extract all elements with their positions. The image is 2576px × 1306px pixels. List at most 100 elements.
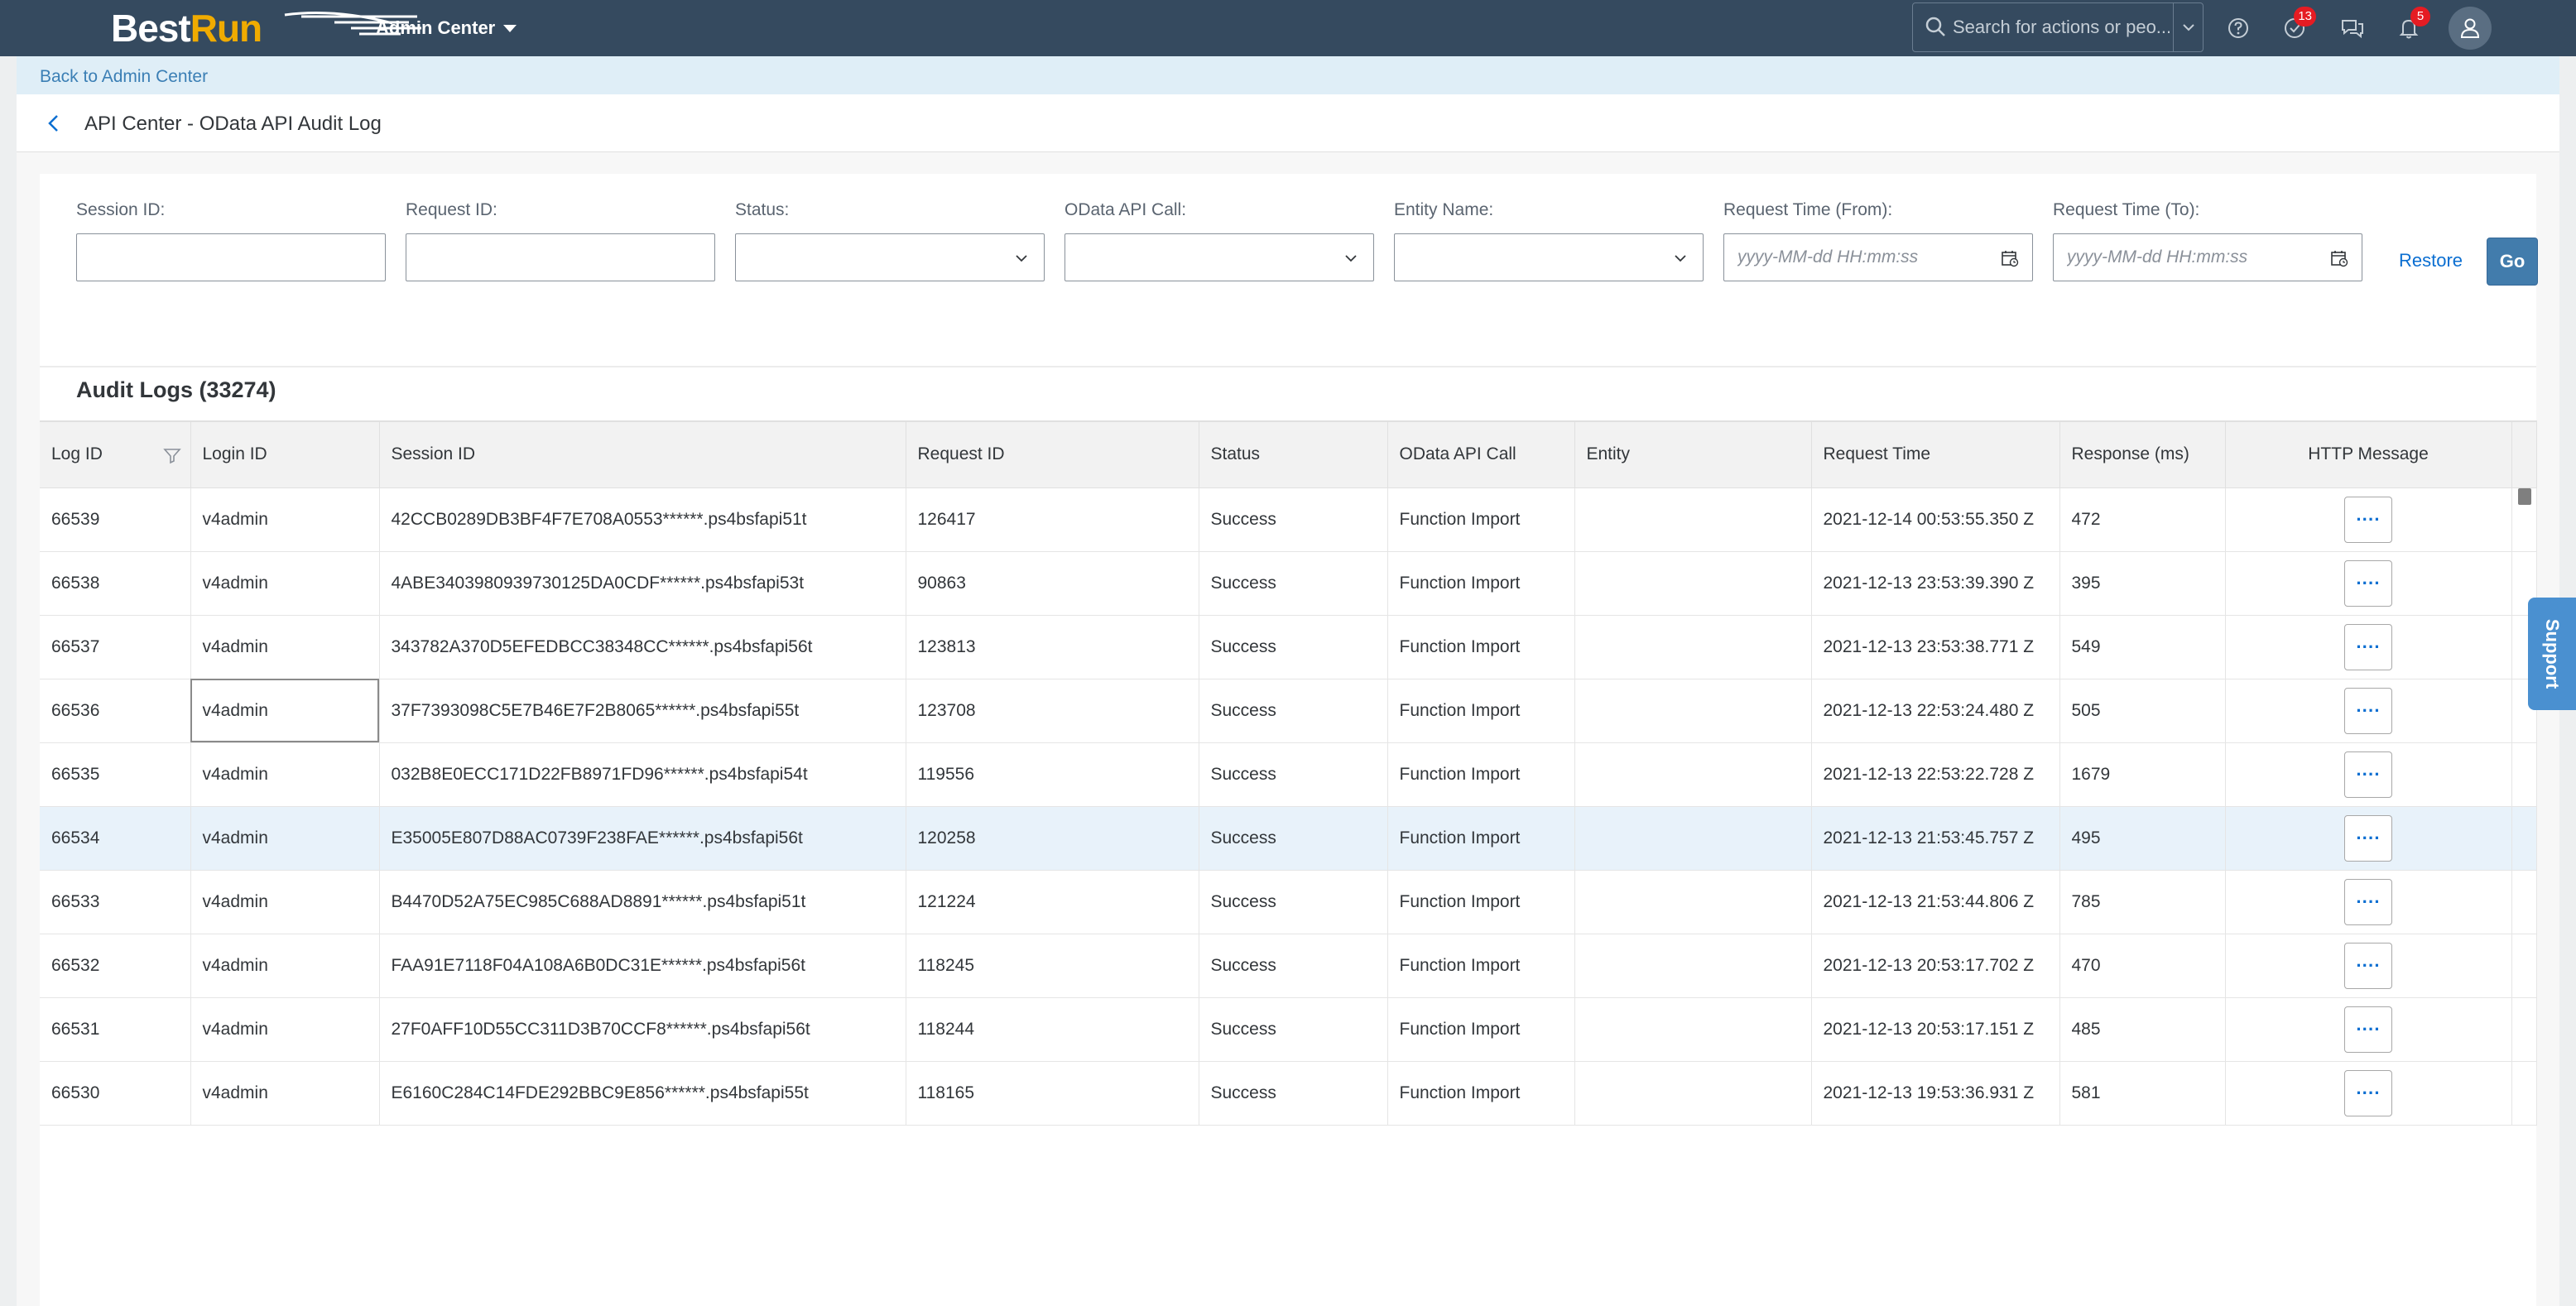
shell-search-input[interactable] [1953,17,2170,38]
feedback-button[interactable] [2336,12,2369,45]
cell-call: Function Import [1387,806,1575,871]
cell-time: 2021-12-13 20:53:17.151 Z [1811,997,2060,1062]
cell-http-message: ···· [2225,1061,2512,1126]
notifications-button[interactable]: 13 [2278,7,2316,45]
request-time-to-field[interactable] [2053,233,2362,281]
table-row[interactable]: 66537 v4admin 343782A370D5EFEDBCC38348CC**… [40,615,2537,679]
view-http-message-button[interactable]: ···· [2344,1069,2392,1116]
view-http-message-button[interactable]: ···· [2344,1006,2392,1053]
cell-status: Success [1199,1061,1388,1126]
back-arrow-icon[interactable] [41,111,66,136]
scroll-spacer [2511,997,2537,1062]
column-header-login-id[interactable]: Login ID [190,420,380,488]
table-row[interactable]: 66534 v4admin E35005E807D88AC0739F238FAE**… [40,806,2537,871]
cell-response: 1679 [2059,742,2226,807]
scroll-spacer [2511,870,2537,934]
entity-name-label: Entity Name: [1394,200,1494,219]
search-scope-dropdown[interactable] [2173,3,2203,51]
view-http-message-button[interactable]: ···· [2344,751,2392,798]
odata-call-select[interactable] [1065,233,1374,281]
restore-button[interactable]: Restore [2391,238,2471,284]
cell-status: Success [1199,487,1388,552]
column-header-session-id[interactable]: Session ID [379,420,906,488]
shell-search[interactable] [1912,2,2204,52]
status-select[interactable] [735,233,1045,281]
column-header-label: Session ID [391,444,476,464]
page-title: API Center - OData API Audit Log [84,113,382,135]
chevron-down-icon[interactable] [1668,246,1693,271]
view-http-message-button[interactable]: ···· [2344,814,2392,862]
session-id-input[interactable] [77,234,385,281]
cell-time: 2021-12-13 21:53:45.757 Z [1811,806,2060,871]
cell-status: Success [1199,870,1388,934]
scroll-spacer [2511,742,2537,807]
table-body: 66539 v4admin 42CCB0289DB3BF4F7E708A0553**… [40,487,2537,1126]
session-id-field[interactable] [76,233,386,281]
table-row[interactable]: 66533 v4admin B4470D52A75EC985C688AD8891**… [40,870,2537,934]
request-id-input[interactable] [406,234,714,281]
column-header-label: Login ID [202,444,267,464]
column-header-entity[interactable]: Entity [1574,420,1812,488]
support-tab[interactable]: Support [2528,598,2576,710]
cell-response: 785 [2059,870,2226,934]
help-button[interactable] [2222,12,2255,45]
request-time-from-input[interactable] [1724,234,2032,281]
table-row[interactable]: 66536 v4admin 37F7393098C5E7B46E7F2B8065**… [40,679,2537,743]
column-header-http-message[interactable]: HTTP Message [2225,420,2512,488]
cell-time: 2021-12-13 23:53:38.771 Z [1811,615,2060,679]
alerts-badge: 5 [2410,7,2430,26]
table-row[interactable]: 66538 v4admin 4ABE3403980939730125DA0CDF**… [40,551,2537,616]
cell-call: Function Import [1387,870,1575,934]
table-row[interactable]: 66532 v4admin FAA91E7118F04A108A6B0DC31E**… [40,934,2537,998]
entity-name-select[interactable] [1394,233,1704,281]
column-header-response[interactable]: Response (ms) [2059,420,2226,488]
cell-request: 90863 [906,551,1199,616]
cell-login: v4admin [190,679,380,743]
chevron-down-icon[interactable] [1338,246,1363,271]
cell-log-id: 66534 [40,806,191,871]
view-http-message-button[interactable]: ···· [2344,878,2392,925]
column-header-status[interactable]: Status [1199,420,1388,488]
app-title-menu[interactable]: Admin Center [376,17,517,39]
request-time-from-field[interactable] [1723,233,2033,281]
cell-call: Function Import [1387,742,1575,807]
view-http-message-button[interactable]: ···· [2344,942,2392,989]
cell-session: 42CCB0289DB3BF4F7E708A0553******.ps4bsfa… [379,487,906,552]
status-label: Status: [735,200,790,219]
notifications-badge: 13 [2294,7,2316,26]
calendar-icon[interactable] [1997,246,2022,271]
cell-log-id: 66538 [40,551,191,616]
audit-log-table: Log ID Login ID Session ID Request ID St… [40,420,2537,1126]
view-http-message-button[interactable]: ···· [2344,559,2392,607]
view-http-message-button[interactable]: ···· [2344,687,2392,734]
cell-http-message: ···· [2225,997,2512,1062]
view-http-message-button[interactable]: ···· [2344,623,2392,670]
chevron-down-icon[interactable] [1009,246,1034,271]
cell-time: 2021-12-13 20:53:17.702 Z [1811,934,2060,998]
vertical-scrollbar[interactable] [2518,488,2531,505]
table-row[interactable]: 66535 v4admin 032B8E0ECC171D22FB8971FD96**… [40,742,2537,807]
back-to-admin-center-link[interactable]: Back to Admin Center [40,67,208,87]
column-header-request-time[interactable]: Request Time [1811,420,2060,488]
alerts-button[interactable]: 5 [2392,7,2430,45]
go-button[interactable]: Go [2487,238,2538,286]
user-avatar[interactable] [2449,7,2492,50]
column-header-log-id[interactable]: Log ID [40,420,191,488]
bestrun-logo[interactable]: BestRun [111,7,421,50]
table-row[interactable]: 66531 v4admin 27F0AFF10D55CC311D3B70CCF8**… [40,997,2537,1062]
cell-login: v4admin [190,551,380,616]
cell-response: 549 [2059,615,2226,679]
cell-entity [1574,551,1812,616]
cell-session: 37F7393098C5E7B46E7F2B8065******.ps4bsfa… [379,679,906,743]
cell-status: Success [1199,742,1388,807]
request-time-to-input[interactable] [2054,234,2362,281]
column-header-request-id[interactable]: Request ID [906,420,1199,488]
cell-response: 395 [2059,551,2226,616]
cell-call: Function Import [1387,997,1575,1062]
table-row[interactable]: 66530 v4admin E6160C284C14FDE292BBC9E856**… [40,1061,2537,1126]
column-header-odata-call[interactable]: OData API Call [1387,420,1575,488]
table-row[interactable]: 66539 v4admin 42CCB0289DB3BF4F7E708A0553**… [40,487,2537,552]
calendar-icon[interactable] [2327,246,2352,271]
view-http-message-button[interactable]: ···· [2344,496,2392,543]
request-id-field[interactable] [406,233,715,281]
